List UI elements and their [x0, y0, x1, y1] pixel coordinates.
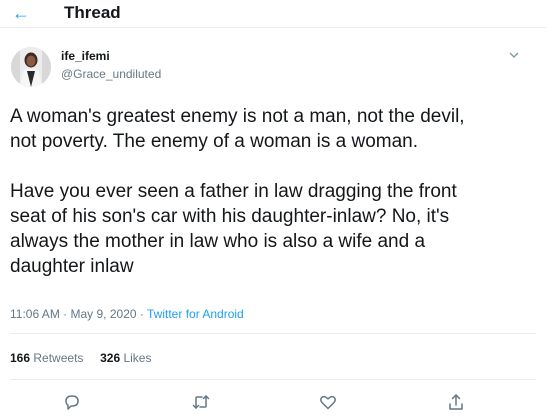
avatar[interactable] [11, 47, 51, 87]
thread-header: ← Thread [0, 0, 546, 28]
page-title: Thread [64, 3, 121, 22]
retweets-label: Retweets [33, 351, 84, 365]
back-arrow-icon[interactable]: ← [9, 3, 33, 23]
tweet-date: May 9, 2020 [70, 307, 137, 321]
chevron-down-icon[interactable] [507, 48, 521, 60]
retweets-count: 166 [10, 351, 31, 365]
meta-separator: · [63, 307, 68, 321]
divider [10, 379, 536, 380]
likes-count: 326 [100, 351, 121, 365]
likes-stat[interactable]: 326 Likes [100, 351, 151, 365]
share-icon[interactable] [446, 392, 466, 412]
divider [10, 333, 536, 334]
retweet-icon[interactable] [191, 392, 211, 412]
user-handle[interactable]: @Grace_undiluted [61, 66, 161, 82]
tweet-source-link[interactable]: Twitter for Android [147, 307, 244, 321]
likes-label: Likes [123, 351, 152, 365]
tweet-stats: 166 Retweets 326 Likes [10, 350, 151, 366]
meta-separator: · [139, 307, 144, 321]
tweet-meta: 11:06 AM · May 9, 2020 · Twitter for And… [10, 306, 244, 322]
tweet-text: A woman's greatest enemy is not a man, n… [10, 106, 465, 277]
tweet-time: 11:06 AM [10, 307, 60, 321]
like-icon[interactable] [318, 392, 338, 412]
retweets-stat[interactable]: 166 Retweets [10, 351, 87, 365]
reply-icon[interactable] [62, 392, 82, 412]
display-name[interactable]: ife_ifemi [61, 48, 110, 64]
